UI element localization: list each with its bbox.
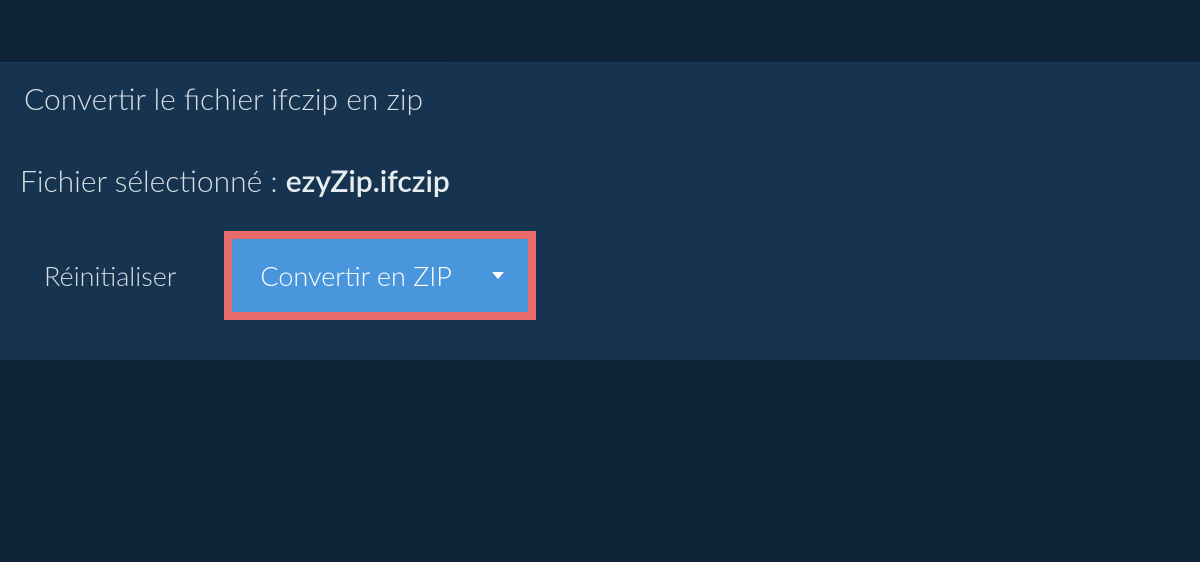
caret-down-icon	[492, 272, 504, 279]
convert-button-label: Convertir en ZIP	[260, 259, 452, 292]
action-button-row: Réinitialiser Convertir en ZIP	[0, 231, 1200, 320]
selected-file-label: Fichier sélectionné :	[20, 163, 286, 199]
selected-file-row: Fichier sélectionné : ezyZip.ifczip	[0, 135, 1200, 231]
reset-button[interactable]: Réinitialiser	[44, 239, 204, 312]
convert-button-highlight: Convertir en ZIP	[224, 231, 536, 320]
converter-panel: Convertir le fichier ifczip en zip Fichi…	[0, 62, 1200, 360]
tab-convert-ifczip-to-zip[interactable]: Convertir le fichier ifczip en zip	[0, 62, 453, 135]
convert-to-zip-button[interactable]: Convertir en ZIP	[232, 239, 528, 312]
reset-button-label: Réinitialiser	[44, 259, 176, 292]
selected-file-name: ezyZip.ifczip	[286, 163, 450, 199]
tab-title: Convertir le fichier ifczip en zip	[24, 81, 423, 117]
